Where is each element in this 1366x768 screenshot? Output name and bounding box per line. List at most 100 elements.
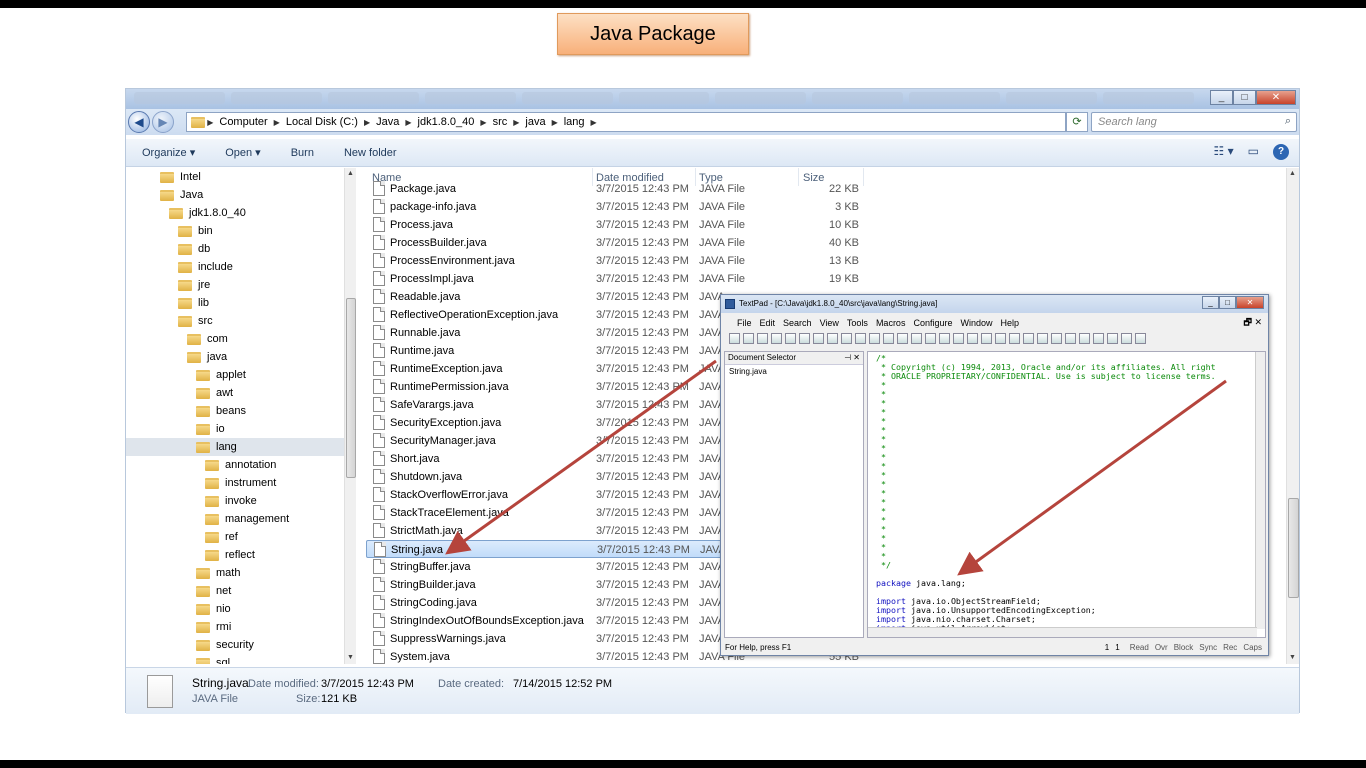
file-row[interactable]: ProcessEnvironment.java 3/7/2015 12:43 PM…	[366, 252, 859, 270]
file-row[interactable]: ProcessBuilder.java 3/7/2015 12:43 PM JAVA…	[366, 234, 859, 252]
tree-item-annotation[interactable]: annotation	[126, 456, 344, 474]
tree-item-com[interactable]: com	[126, 330, 344, 348]
menu-macros[interactable]: Macros	[876, 318, 906, 328]
toolbar-button-icon[interactable]	[855, 333, 866, 344]
tree-item-intel[interactable]: Intel	[126, 168, 344, 186]
toolbar-button-icon[interactable]	[925, 333, 936, 344]
editor-vertical-scrollbar[interactable]	[1255, 352, 1265, 629]
tree-item-java[interactable]: Java	[126, 186, 344, 204]
scroll-thumb[interactable]	[346, 298, 356, 478]
toolbar-button-icon[interactable]	[757, 333, 768, 344]
tree-item-ref[interactable]: ref	[126, 528, 344, 546]
chevron-right-icon[interactable]: ▶	[405, 118, 411, 127]
breadcrumb-item[interactable]: lang	[564, 116, 585, 128]
tree-item-beans[interactable]: beans	[126, 402, 344, 420]
tree-item-include[interactable]: include	[126, 258, 344, 276]
back-button[interactable]: ◀	[128, 111, 150, 133]
toolbar-button-icon[interactable]	[1037, 333, 1048, 344]
breadcrumb-item[interactable]: Local Disk (C:)	[286, 116, 358, 128]
toolbar-button-icon[interactable]	[967, 333, 978, 344]
chevron-right-icon[interactable]: ▶	[513, 118, 519, 127]
menu-file[interactable]: File	[737, 318, 752, 328]
maximize-button[interactable]: □	[1233, 90, 1256, 105]
tree-item-bin[interactable]: bin	[126, 222, 344, 240]
file-row[interactable]: Package.java 3/7/2015 12:43 PM JAVA File 22…	[366, 180, 859, 198]
help-icon[interactable]: ?	[1273, 144, 1289, 160]
new-folder-button[interactable]: New folder	[344, 147, 397, 159]
code-editor[interactable]: /* * Copyright (c) 1994, 2013, Oracle an…	[867, 351, 1266, 638]
tree-item-reflect[interactable]: reflect	[126, 546, 344, 564]
breadcrumb-item[interactable]: jdk1.8.0_40	[418, 116, 475, 128]
toolbar-button-icon[interactable]	[1079, 333, 1090, 344]
file-row[interactable]: ProcessImpl.java 3/7/2015 12:43 PM JAVA Fi…	[366, 270, 859, 288]
toolbar-button-icon[interactable]	[743, 333, 754, 344]
scroll-up-icon[interactable]: ▲	[1289, 170, 1296, 177]
tree-item-math[interactable]: math	[126, 564, 344, 582]
mdi-window-controls[interactable]: 🗗 ✕	[1244, 315, 1263, 331]
menu-configure[interactable]: Configure	[913, 318, 952, 328]
pin-icon[interactable]: ⊣ ✕	[844, 352, 860, 364]
tree-item-jre[interactable]: jre	[126, 276, 344, 294]
tree-scrollbar[interactable]: ▲ ▼	[344, 168, 356, 664]
menu-edit[interactable]: Edit	[760, 318, 776, 328]
chevron-right-icon[interactable]: ▶	[552, 118, 558, 127]
maximize-button[interactable]: □	[1219, 296, 1236, 309]
breadcrumb-item[interactable]: Java	[376, 116, 399, 128]
toolbar-button-icon[interactable]	[869, 333, 880, 344]
tree-item-security[interactable]: security	[126, 636, 344, 654]
toolbar-button-icon[interactable]	[841, 333, 852, 344]
tree-item-lib[interactable]: lib	[126, 294, 344, 312]
toolbar-button-icon[interactable]	[939, 333, 950, 344]
minimize-button[interactable]: _	[1202, 296, 1219, 309]
close-button[interactable]: ✕	[1236, 296, 1264, 309]
menu-view[interactable]: View	[820, 318, 839, 328]
toolbar-button-icon[interactable]	[729, 333, 740, 344]
tree-item-java[interactable]: java	[126, 348, 344, 366]
toolbar-button-icon[interactable]	[1051, 333, 1062, 344]
toolbar-button-icon[interactable]	[953, 333, 964, 344]
toolbar-button-icon[interactable]	[785, 333, 796, 344]
breadcrumb-item[interactable]: Computer	[219, 116, 267, 128]
scroll-down-icon[interactable]: ▼	[347, 654, 354, 661]
chevron-right-icon[interactable]: ▶	[591, 118, 597, 127]
tree-item-nio[interactable]: nio	[126, 600, 344, 618]
document-item[interactable]: String.java	[725, 365, 863, 378]
change-view-icon[interactable]: ☷ ▾	[1214, 144, 1234, 160]
address-bar[interactable]: ▶ Computer ▶ Local Disk (C:) ▶ Java ▶ jdk1.8.0…	[186, 112, 1066, 132]
toolbar-button-icon[interactable]	[897, 333, 908, 344]
tree-item-invoke[interactable]: invoke	[126, 492, 344, 510]
toolbar-button-icon[interactable]	[883, 333, 894, 344]
breadcrumb-item[interactable]: src	[493, 116, 508, 128]
chevron-right-icon[interactable]: ▶	[364, 118, 370, 127]
toolbar-button-icon[interactable]	[1121, 333, 1132, 344]
toolbar-button-icon[interactable]	[1065, 333, 1076, 344]
toolbar-button-icon[interactable]	[995, 333, 1006, 344]
scroll-thumb[interactable]	[1288, 498, 1299, 598]
open-button[interactable]: Open ▾	[225, 146, 261, 159]
toolbar-button-icon[interactable]	[771, 333, 782, 344]
toolbar-button-icon[interactable]	[1093, 333, 1104, 344]
toolbar-button-icon[interactable]	[827, 333, 838, 344]
forward-button[interactable]: ▶	[152, 111, 174, 133]
editor-horizontal-scrollbar[interactable]	[868, 627, 1257, 637]
list-scrollbar[interactable]: ▲ ▼	[1286, 168, 1299, 664]
tree-item-instrument[interactable]: instrument	[126, 474, 344, 492]
toolbar-button-icon[interactable]	[911, 333, 922, 344]
toolbar-button-icon[interactable]	[1009, 333, 1020, 344]
burn-button[interactable]: Burn	[291, 147, 314, 159]
toolbar-button-icon[interactable]	[813, 333, 824, 344]
file-row[interactable]: Process.java 3/7/2015 12:43 PM JAVA File 10…	[366, 216, 859, 234]
organize-button[interactable]: Organize ▾	[142, 146, 195, 159]
toolbar-button-icon[interactable]	[981, 333, 992, 344]
tree-item-jdk1-8-0-40[interactable]: jdk1.8.0_40	[126, 204, 344, 222]
menu-search[interactable]: Search	[783, 318, 812, 328]
tree-item-sql[interactable]: sql	[126, 654, 344, 664]
menu-help[interactable]: Help	[1001, 318, 1020, 328]
toolbar-button-icon[interactable]	[1023, 333, 1034, 344]
tree-item-net[interactable]: net	[126, 582, 344, 600]
chevron-right-icon[interactable]: ▶	[480, 118, 486, 127]
breadcrumb-item[interactable]: java	[525, 116, 545, 128]
close-button[interactable]: ✕	[1256, 90, 1296, 105]
tree-item-lang[interactable]: lang	[126, 438, 344, 456]
tree-item-db[interactable]: db	[126, 240, 344, 258]
